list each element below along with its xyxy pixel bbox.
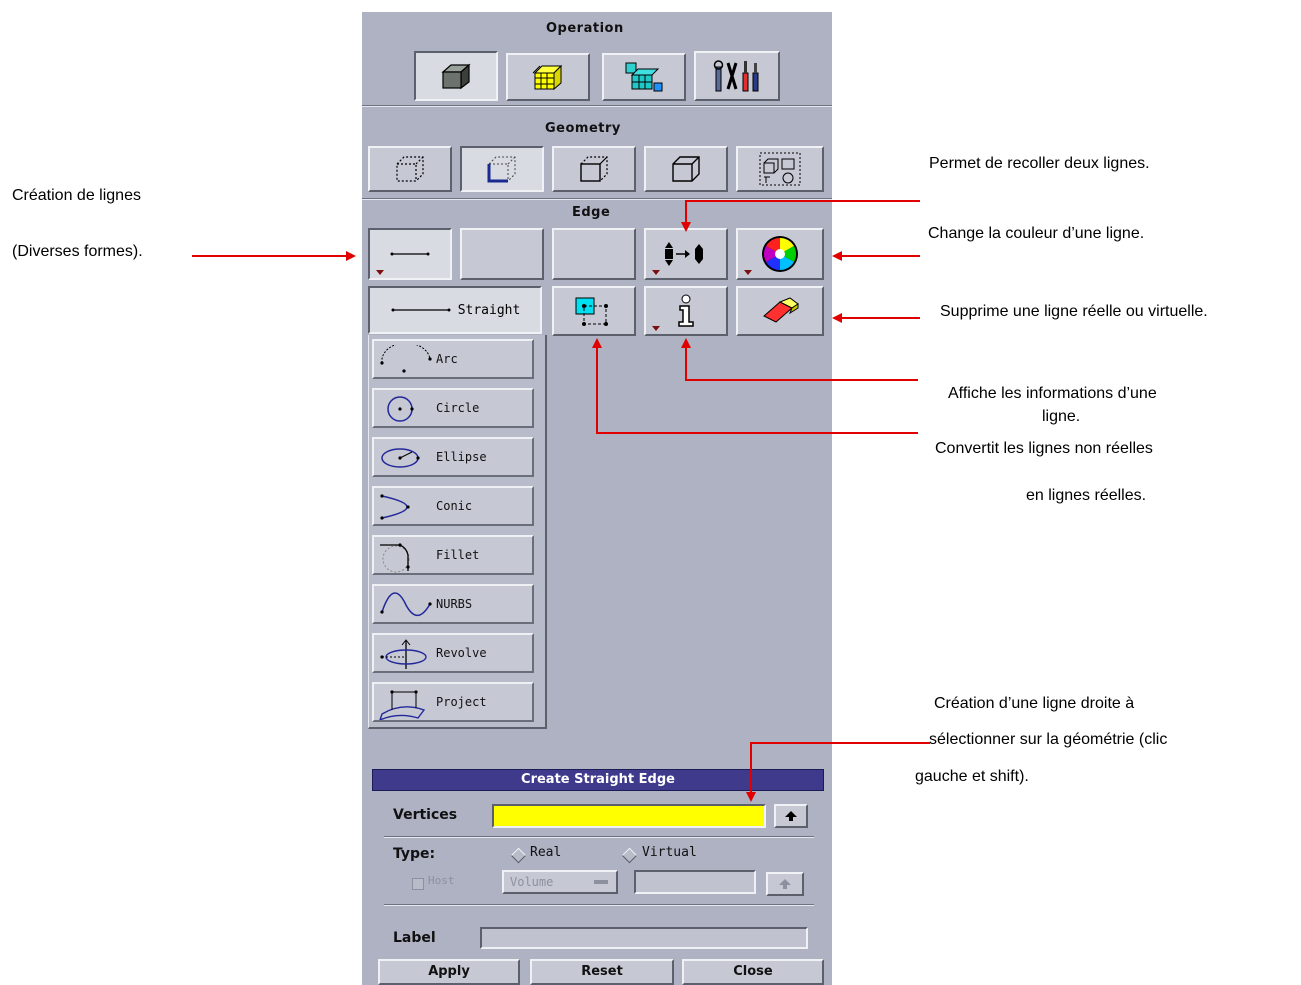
arrow-recoller [681,200,920,232]
arrow-info [681,338,918,381]
callout-arrows [192,200,930,802]
arrow-convertit [592,338,918,434]
arrow-droite [746,742,930,802]
